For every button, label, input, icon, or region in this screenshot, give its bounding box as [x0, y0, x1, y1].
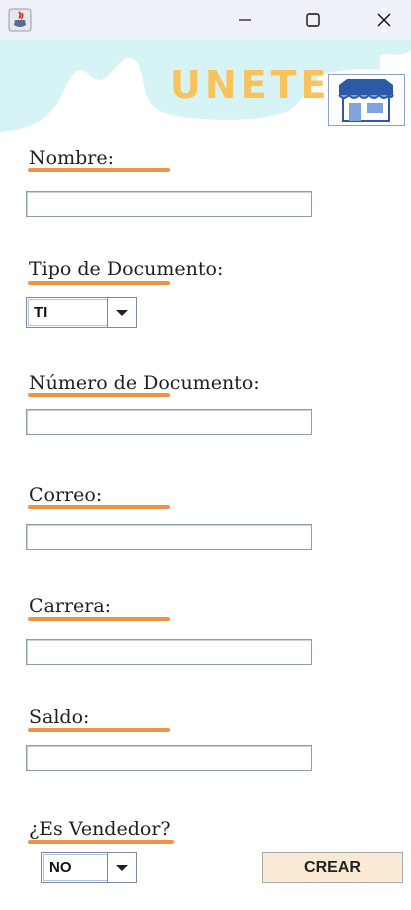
tipo-documento-label: Tipo de Documento: [29, 258, 224, 280]
maximize-button[interactable] [290, 0, 336, 40]
carrera-input[interactable] [26, 639, 312, 665]
es-vendedor-label: ¿Es Vendedor? [29, 818, 171, 840]
numero-documento-label: Número de Documento: [29, 372, 260, 394]
correo-label: Correo: [29, 484, 103, 506]
carrera-underline [28, 617, 170, 621]
tipo-documento-select[interactable]: TI [26, 297, 137, 328]
close-button[interactable] [361, 0, 407, 40]
es-vendedor-dropdown-button[interactable] [107, 853, 136, 882]
window-titlebar [0, 0, 411, 40]
tipo-documento-value: TI [28, 299, 109, 326]
minimize-icon [239, 19, 251, 21]
crear-button[interactable]: CREAR [262, 852, 403, 883]
correo-input[interactable] [26, 524, 312, 550]
saldo-label: Saldo: [29, 706, 90, 728]
es-vendedor-select[interactable]: NO [41, 852, 137, 883]
numero-documento-underline [28, 393, 170, 397]
nombre-input[interactable] [26, 191, 312, 217]
es-vendedor-value: NO [43, 854, 109, 881]
chevron-down-icon [116, 864, 128, 871]
chevron-down-icon [116, 309, 128, 316]
store-logo [328, 74, 405, 126]
minimize-button[interactable] [222, 0, 268, 40]
header-title: UNETE [170, 63, 331, 107]
tipo-documento-underline [28, 281, 170, 285]
saldo-underline [28, 728, 170, 732]
carrera-label: Carrera: [29, 595, 112, 617]
correo-underline [28, 505, 170, 509]
tipo-documento-dropdown-button[interactable] [107, 298, 136, 327]
java-cup-icon [8, 8, 32, 32]
numero-documento-input[interactable] [26, 409, 312, 435]
store-icon [338, 79, 394, 122]
close-icon [377, 13, 391, 27]
saldo-input[interactable] [26, 745, 312, 771]
nombre-label: Nombre: [29, 147, 114, 169]
es-vendedor-underline [28, 840, 174, 844]
nombre-underline [28, 168, 170, 172]
maximize-icon [306, 13, 320, 27]
